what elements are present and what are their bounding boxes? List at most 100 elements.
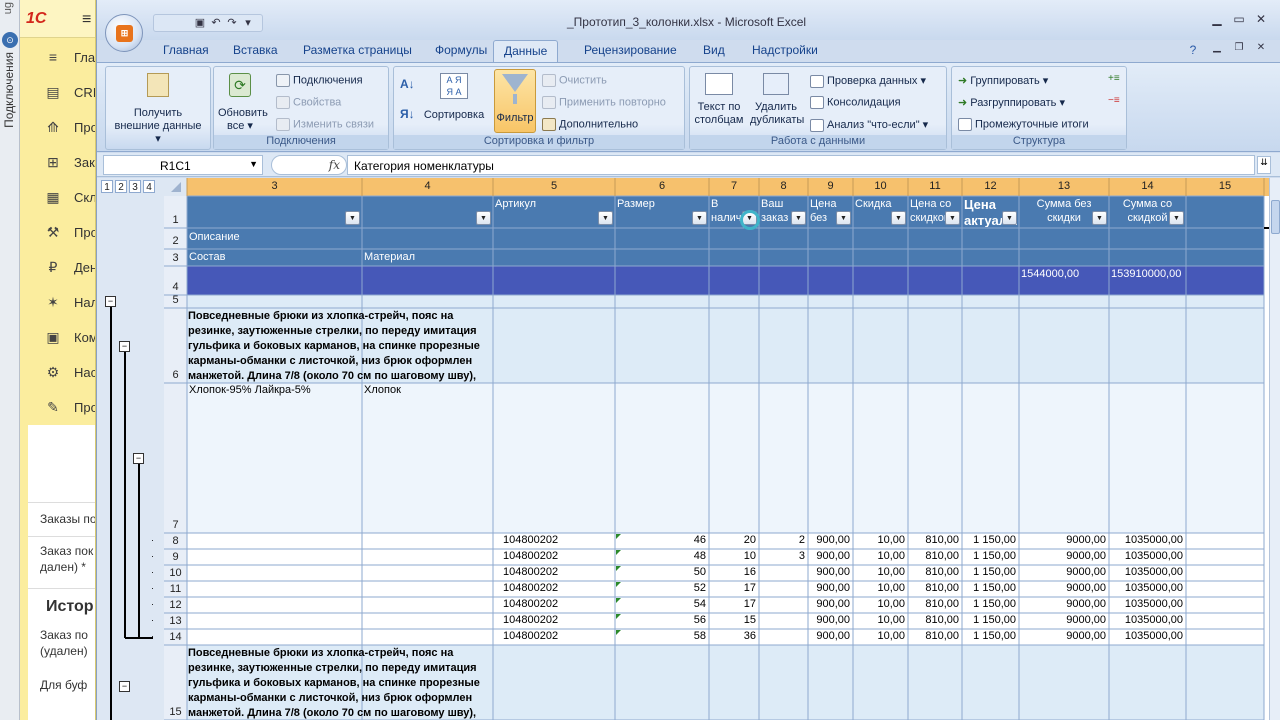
filter-dropdown-button[interactable]: ▼ <box>1092 211 1107 225</box>
cell-art[interactable]: 104800202 <box>495 614 612 629</box>
cell-size[interactable]: 52 <box>617 582 706 597</box>
help-icon[interactable]: ? <box>1183 43 1203 59</box>
header-sostav[interactable]: Состав <box>189 250 359 266</box>
filter-dropdown-button[interactable]: ▼ <box>345 211 360 225</box>
cell-qty[interactable]: 16 <box>711 566 756 581</box>
close-icon[interactable]: ✕ <box>1251 12 1271 28</box>
connections-button[interactable]: Подключения <box>276 74 363 87</box>
save-icon[interactable]: ▣ <box>192 15 208 31</box>
outline-level-button[interactable]: 2 <box>115 180 127 193</box>
cell-price[interactable]: 900,00 <box>810 582 850 597</box>
connection-icon[interactable]: ⊙ <box>2 32 18 48</box>
onec-nav-item[interactable]: ⚒ Про <box>20 215 95 250</box>
header-opisanie[interactable]: Описание <box>189 230 359 246</box>
cell-art[interactable]: 104800202 <box>495 534 612 549</box>
row-header[interactable]: 8 <box>164 535 187 549</box>
onec-panel-item[interactable]: Заказ пок <box>40 544 93 558</box>
outline-collapse-button[interactable]: − <box>105 296 116 307</box>
row-header[interactable]: 3 <box>164 252 187 266</box>
product-description[interactable]: Повседневные брюки из хлопка-стрейч, поя… <box>188 646 493 720</box>
cell-art[interactable]: 104800202 <box>495 582 612 597</box>
onec-nav-item[interactable]: ⊞ Зак <box>20 145 95 180</box>
filter-dropdown-button[interactable]: ▼ <box>692 211 707 225</box>
cell-sum1[interactable]: 9000,00 <box>1021 566 1106 581</box>
cell-order[interactable] <box>761 566 805 581</box>
cell-size[interactable]: 58 <box>617 630 706 645</box>
cell-price[interactable]: 900,00 <box>810 614 850 629</box>
strip-label[interactable]: Подключения <box>2 52 16 128</box>
cell-size[interactable]: 56 <box>617 614 706 629</box>
cell-order[interactable] <box>761 630 805 645</box>
outline-collapse-button[interactable]: − <box>133 453 144 464</box>
filter-dropdown-button[interactable]: ▼ <box>598 211 613 225</box>
cell-disc[interactable]: 10,00 <box>855 534 905 549</box>
product-material[interactable]: Хлопок <box>364 384 484 398</box>
cell-actual[interactable]: 1 150,00 <box>964 534 1016 549</box>
tab-0[interactable]: Главная <box>163 43 209 57</box>
office-button[interactable]: ⊞ <box>105 14 143 52</box>
cell-actual[interactable]: 1 150,00 <box>964 582 1016 597</box>
cell-sum1[interactable]: 9000,00 <box>1021 550 1106 565</box>
tab-1[interactable]: Вставка <box>233 43 278 57</box>
filter-dropdown-button[interactable]: ▼ <box>836 211 851 225</box>
row-header[interactable]: 5 <box>164 294 187 308</box>
header-artikul[interactable]: Артикул <box>495 197 613 227</box>
column-header[interactable]: 5 <box>493 178 615 195</box>
filter-dropdown-button[interactable]: ▼ <box>476 211 491 225</box>
column-header[interactable]: 4 <box>362 178 493 195</box>
cell-price2[interactable]: 810,00 <box>910 598 959 613</box>
row-header[interactable]: 10 <box>164 567 187 581</box>
row-header[interactable]: 1 <box>164 214 187 228</box>
cell-art[interactable]: 104800202 <box>495 566 612 581</box>
row-header[interactable]: 4 <box>164 281 187 295</box>
column-header[interactable]: 15 <box>1186 178 1264 195</box>
formula-input[interactable]: Категория номенклатуры <box>347 155 1255 175</box>
cell-price2[interactable]: 810,00 <box>910 534 959 549</box>
filter-dropdown-button[interactable]: ▼ <box>1169 211 1184 225</box>
column-header[interactable]: 6 <box>615 178 709 195</box>
row-header[interactable]: 12 <box>164 599 187 613</box>
cell-size[interactable]: 46 <box>617 534 706 549</box>
cell-actual[interactable]: 1 150,00 <box>964 598 1016 613</box>
column-header[interactable]: 12 <box>962 178 1019 195</box>
edit-links-button[interactable]: Изменить связи <box>276 118 374 131</box>
cell-actual[interactable]: 1 150,00 <box>964 566 1016 581</box>
cell-sum2[interactable]: 1035000,00 <box>1111 582 1183 597</box>
filter-dropdown-button[interactable]: ▼ <box>891 211 906 225</box>
onec-nav-item[interactable]: ✎ Про <box>20 390 95 425</box>
product-description[interactable]: Повседневные брюки из хлопка-стрейч, поя… <box>188 309 493 383</box>
cell-actual[interactable]: 1 150,00 <box>964 550 1016 565</box>
column-header[interactable]: 13 <box>1019 178 1109 195</box>
outline-level-button[interactable]: 4 <box>143 180 155 193</box>
cell-price2[interactable]: 810,00 <box>910 630 959 645</box>
tab-4[interactable]: Данные <box>493 40 559 63</box>
onec-panel-item[interactable]: Для буф <box>40 678 87 692</box>
row-header[interactable]: 14 <box>164 631 187 645</box>
column-header[interactable]: 7 <box>709 178 759 195</box>
onec-panel-item[interactable]: (удален) <box>40 644 88 658</box>
onec-nav-item[interactable]: ≡ Гла <box>20 40 95 75</box>
cell-price2[interactable]: 810,00 <box>910 566 959 581</box>
wb-restore-icon[interactable]: ❐ <box>1229 42 1249 58</box>
row-header[interactable]: 13 <box>164 615 187 629</box>
properties-button[interactable]: Свойства <box>276 96 341 109</box>
row-header[interactable]: 2 <box>164 235 187 249</box>
vertical-scrollbar[interactable] <box>1269 178 1280 720</box>
cell-art[interactable]: 104800202 <box>495 598 612 613</box>
cell-sum1[interactable]: 9000,00 <box>1021 582 1106 597</box>
cell-disc[interactable]: 10,00 <box>855 582 905 597</box>
redo-icon[interactable]: ↷ <box>224 15 240 31</box>
tab-6[interactable]: Вид <box>703 43 725 57</box>
onec-nav-item[interactable]: ⚙ Нас <box>20 355 95 390</box>
maximize-icon[interactable]: ▭ <box>1229 12 1249 28</box>
name-box-dropdown-icon[interactable]: ▼ <box>249 159 258 169</box>
cell-sum2[interactable]: 1035000,00 <box>1111 614 1183 629</box>
cell-sum2[interactable]: 1035000,00 <box>1111 630 1183 645</box>
row-header[interactable]: 7 <box>164 519 187 533</box>
cell-size[interactable]: 48 <box>617 550 706 565</box>
product-composition[interactable]: Хлопок-95% Лайкра-5% <box>189 384 359 398</box>
filter-dropdown-button[interactable]: ▼ <box>1002 211 1017 225</box>
onec-nav-item[interactable]: ▦ Скл <box>20 180 95 215</box>
cell-actual[interactable]: 1 150,00 <box>964 614 1016 629</box>
ungroup-button[interactable]: ➜ Разгруппировать ▾ <box>958 96 1065 109</box>
